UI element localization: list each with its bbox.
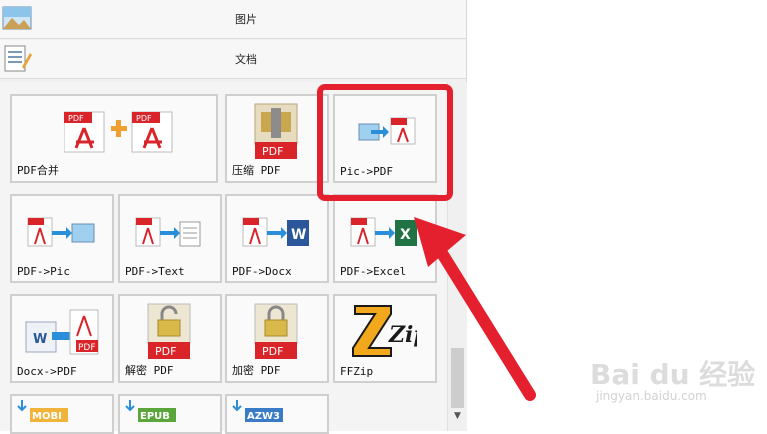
picture-icon bbox=[2, 6, 32, 30]
pdf-text: PDF bbox=[262, 345, 283, 358]
watermark-sub: jingyan.baidu.com bbox=[596, 389, 707, 403]
red-arrow-icon bbox=[414, 217, 536, 401]
pdf-text: PDF bbox=[136, 114, 152, 123]
pdf-encrypt-icon: PDF bbox=[254, 303, 298, 359]
azw3-icon: AZW3 bbox=[232, 400, 283, 422]
pdf-to-pic-icon bbox=[27, 217, 95, 247]
tile-pdf-merge[interactable]: PDF PDF PDF合并 bbox=[10, 94, 218, 183]
highlight-box bbox=[317, 84, 453, 201]
tile-pdf-to-text[interactable]: PDF->Text bbox=[118, 194, 222, 283]
category-label: 文档 bbox=[235, 53, 257, 66]
tile-label: PDF->Pic bbox=[17, 265, 70, 278]
pdf-to-docx-icon: W bbox=[242, 217, 309, 247]
pdf-text: PDF bbox=[262, 145, 283, 158]
pdf-text: PDF bbox=[155, 345, 176, 358]
tile-label: FFZip bbox=[340, 365, 374, 378]
mobi-badge: MOBI bbox=[32, 411, 62, 422]
category-pictures[interactable]: 图片 bbox=[0, 0, 466, 39]
tile-label: 解密 PDF bbox=[125, 364, 174, 377]
tile-pdf-decrypt[interactable]: PDF 解密 PDF bbox=[118, 294, 222, 383]
epub-badge: EPUB bbox=[140, 411, 170, 422]
tile-label: PDF合并 bbox=[17, 164, 59, 177]
epub-icon: EPUB bbox=[125, 400, 176, 422]
azw3-badge: AZW3 bbox=[247, 411, 280, 422]
tile-mobi[interactable]: MOBI bbox=[10, 394, 114, 434]
pdf-to-text-icon bbox=[135, 217, 201, 247]
watermark-main: Bai du 经验 bbox=[590, 358, 756, 391]
scroll-down-icon[interactable]: ▼ bbox=[448, 411, 467, 425]
pdf-compress-icon: PDF bbox=[254, 103, 298, 159]
tile-pdf-encrypt[interactable]: PDF 加密 PDF bbox=[225, 294, 329, 383]
pdf-merge-icon: PDF PDF bbox=[64, 111, 173, 153]
tile-pdf-to-docx[interactable]: W PDF->Docx bbox=[225, 194, 329, 283]
watermark: Bai du 经验 jingyan.baidu.com bbox=[590, 345, 760, 415]
word-letter: W bbox=[33, 332, 47, 347]
tile-label: PDF->Docx bbox=[232, 265, 292, 278]
pdf-decrypt-icon: PDF bbox=[147, 303, 191, 359]
category-label: 图片 bbox=[235, 13, 257, 26]
tile-pdf-to-pic[interactable]: PDF->Pic bbox=[10, 194, 114, 283]
document-icon bbox=[4, 45, 32, 72]
word-letter: W bbox=[291, 227, 306, 243]
mobi-icon: MOBI bbox=[17, 400, 68, 422]
docx-to-pdf-icon: W PDF bbox=[25, 309, 99, 355]
category-documents[interactable]: 文档 bbox=[0, 40, 466, 79]
pdf-text: PDF bbox=[68, 114, 84, 123]
converter-panel: 图片 文档 PDF PDF PDF合并 PDF 压缩 PDF Pic->PDF … bbox=[0, 0, 467, 434]
tile-label: 压缩 PDF bbox=[232, 164, 281, 177]
tile-label: 加密 PDF bbox=[232, 364, 281, 377]
tile-epub[interactable]: EPUB bbox=[118, 394, 222, 434]
tile-azw3[interactable]: AZW3 bbox=[225, 394, 329, 434]
tile-label: PDF->Text bbox=[125, 265, 185, 278]
tile-label: PDF->Excel bbox=[340, 265, 407, 278]
tile-pdf-compress[interactable]: PDF 压缩 PDF bbox=[225, 94, 329, 183]
tile-label: Docx->PDF bbox=[17, 365, 77, 378]
tile-docx-to-pdf[interactable]: W PDF Docx->PDF bbox=[10, 294, 114, 383]
pdf-text: PDF bbox=[78, 343, 96, 353]
